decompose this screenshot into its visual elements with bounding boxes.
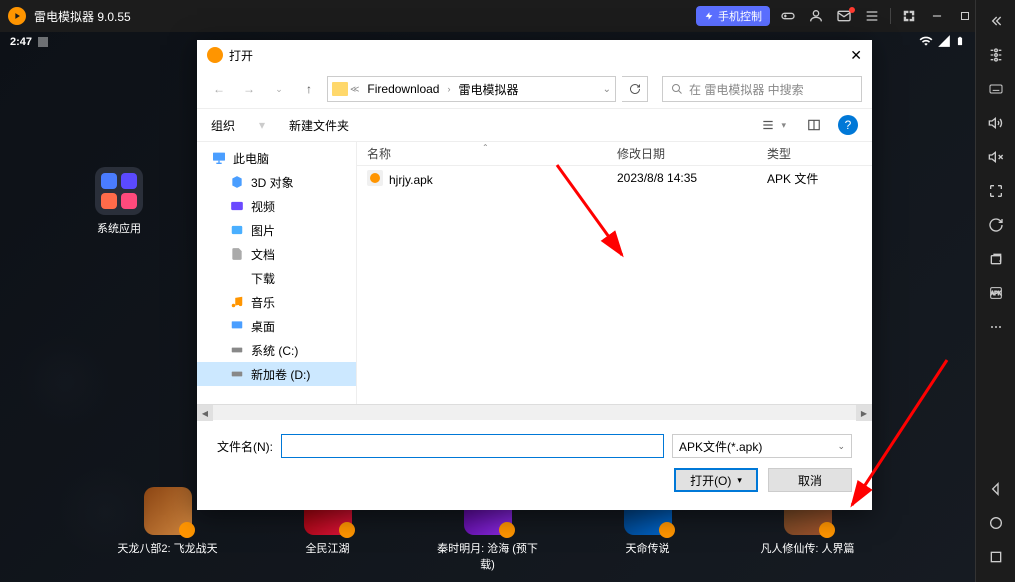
horizontal-scrollbar[interactable]: ◀ ▶ xyxy=(197,404,872,420)
app-logo-icon xyxy=(8,7,26,25)
file-row[interactable]: hjrjy.apk 2023/8/8 14:35 APK 文件 xyxy=(357,166,872,190)
view-list-icon[interactable]: ▾ xyxy=(755,116,790,134)
view-preview-icon[interactable] xyxy=(802,116,826,134)
search-input[interactable]: 在 雷电模拟器 中搜索 xyxy=(662,76,862,102)
dialog-nav: ← → ⌄ ↑ ≪ Firedownload › 雷电模拟器 ⌄ 在 雷电模拟器… xyxy=(197,70,872,108)
divider xyxy=(890,8,891,24)
search-placeholder: 在 雷电模拟器 中搜索 xyxy=(689,81,804,98)
minimize-icon[interactable] xyxy=(923,2,951,30)
dialog-logo-icon xyxy=(207,47,223,63)
tree-node-desktop[interactable]: 桌面 xyxy=(197,314,356,338)
list-header: ⌃名称 修改日期 类型 xyxy=(357,142,872,166)
install-apk-icon[interactable]: APK xyxy=(980,278,1012,308)
tree-node-downloads[interactable]: 下载 xyxy=(197,266,356,290)
system-apps-folder[interactable]: 系统应用 xyxy=(95,167,143,236)
wifi-icon xyxy=(919,34,933,51)
collapse-icon[interactable] xyxy=(980,6,1012,36)
music-icon xyxy=(229,294,245,310)
tree-node-this-pc[interactable]: 此电脑 xyxy=(197,146,356,170)
filetype-dropdown[interactable]: APK文件(*.apk) ⌄ xyxy=(672,434,852,458)
document-icon xyxy=(229,246,245,262)
cancel-button[interactable]: 取消 xyxy=(768,468,852,492)
volume-up-icon[interactable] xyxy=(980,108,1012,138)
file-list: ⌃名称 修改日期 类型 hjrjy.apk 2023/8/8 14:35 APK… xyxy=(357,142,872,404)
tree-node-d-drive[interactable]: 新加卷 (D:) xyxy=(197,362,356,386)
tree-node-pictures[interactable]: 图片 xyxy=(197,218,356,242)
gear-icon[interactable] xyxy=(980,40,1012,70)
picture-icon xyxy=(229,222,245,238)
desktop-icon xyxy=(229,318,245,334)
dialog-close-icon[interactable]: ✕ xyxy=(850,47,862,64)
status-time: 2:47 xyxy=(10,36,32,48)
dialog-title: 打开 xyxy=(229,47,253,64)
keyboard-icon[interactable] xyxy=(980,74,1012,104)
tree-node-music[interactable]: 音乐 xyxy=(197,290,356,314)
col-type[interactable]: 类型 xyxy=(757,145,872,162)
dialog-footer: 文件名(N): APK文件(*.apk) ⌄ 打开(O) ▾ 取消 xyxy=(197,420,872,506)
col-modified[interactable]: 修改日期 xyxy=(607,145,757,162)
refresh-icon[interactable] xyxy=(980,210,1012,240)
refresh-button[interactable] xyxy=(622,76,648,102)
scroll-right-icon[interactable]: ▶ xyxy=(856,405,872,421)
app-title: 雷电模拟器 9.0.55 xyxy=(34,8,696,25)
folder-icon xyxy=(332,82,348,96)
drive-icon xyxy=(229,366,245,382)
tree-node-documents[interactable]: 文档 xyxy=(197,242,356,266)
right-toolbar: APK xyxy=(975,0,1015,582)
fullscreen-tool-icon[interactable] xyxy=(980,176,1012,206)
phone-control-button[interactable]: 手机控制 xyxy=(696,6,770,26)
breadcrumb[interactable]: Firedownload xyxy=(361,82,445,96)
filename-label: 文件名(N): xyxy=(217,438,273,455)
dialog-titlebar: 打开 ✕ xyxy=(197,40,872,70)
open-button[interactable]: 打开(O) ▾ xyxy=(674,468,758,492)
download-icon xyxy=(229,270,245,286)
drive-icon xyxy=(229,342,245,358)
nav-history-icon[interactable]: ⌄ xyxy=(267,77,291,101)
scroll-left-icon[interactable]: ◀ xyxy=(197,405,213,421)
pc-icon xyxy=(211,150,227,166)
nav-back-icon: ← xyxy=(207,77,231,101)
file-open-dialog: 打开 ✕ ← → ⌄ ↑ ≪ Firedownload › 雷电模拟器 ⌄ 在 … xyxy=(197,40,872,510)
tree-node-3d[interactable]: 3D 对象 xyxy=(197,170,356,194)
volume-down-icon[interactable] xyxy=(980,142,1012,172)
path-dropdown-icon[interactable]: ⌄ xyxy=(603,84,611,95)
multi-window-icon[interactable] xyxy=(980,244,1012,274)
signal-icon xyxy=(937,34,951,51)
organize-button[interactable]: 组织 xyxy=(211,117,235,134)
nav-forward-icon: → xyxy=(237,77,261,101)
mail-icon[interactable] xyxy=(830,2,858,30)
dialog-toolbar: 组织 ▾ 新建文件夹 ▾ ? xyxy=(197,108,872,142)
back-icon[interactable] xyxy=(980,474,1012,504)
fullscreen-icon[interactable] xyxy=(895,2,923,30)
app-titlebar: 雷电模拟器 9.0.55 手机控制 xyxy=(0,0,1015,32)
menu-icon[interactable] xyxy=(858,2,886,30)
filename-input[interactable] xyxy=(281,434,664,458)
system-apps-label: 系统应用 xyxy=(97,223,141,235)
cube-icon xyxy=(229,174,245,190)
address-bar[interactable]: ≪ Firedownload › 雷电模拟器 ⌄ xyxy=(327,76,616,102)
home-icon[interactable] xyxy=(980,508,1012,538)
more-icon[interactable] xyxy=(980,312,1012,342)
tree-node-c-drive[interactable]: 系统 (C:) xyxy=(197,338,356,362)
nav-up-icon[interactable]: ↑ xyxy=(297,77,321,101)
battery-icon xyxy=(955,34,965,51)
video-icon xyxy=(229,198,245,214)
folder-tree: 此电脑 3D 对象 视频 图片 文档 下载 音乐 桌面 系统 (C:) 新加卷 … xyxy=(197,142,357,404)
gamepad-icon[interactable] xyxy=(774,2,802,30)
recent-icon[interactable] xyxy=(980,542,1012,572)
help-icon[interactable]: ? xyxy=(838,115,858,135)
breadcrumb[interactable]: 雷电模拟器 xyxy=(452,81,524,98)
new-folder-button[interactable]: 新建文件夹 xyxy=(289,117,349,134)
status-indicator-icon xyxy=(38,37,48,47)
tree-node-videos[interactable]: 视频 xyxy=(197,194,356,218)
user-icon[interactable] xyxy=(802,2,830,30)
apk-file-icon xyxy=(367,170,383,186)
col-name[interactable]: ⌃名称 xyxy=(357,145,607,162)
svg-text:APK: APK xyxy=(990,291,1001,297)
